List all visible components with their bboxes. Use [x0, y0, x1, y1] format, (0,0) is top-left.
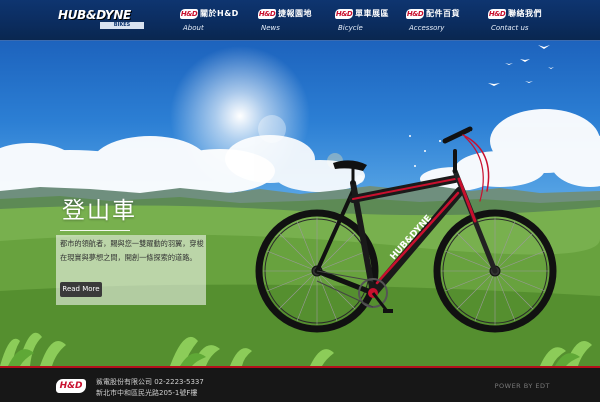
footer-address: 新北市中和區民光路205-1號F樓: [96, 389, 198, 397]
nav-label-en: News: [261, 24, 280, 32]
nav-item-news[interactable]: H&D 捷報園地 News: [258, 7, 312, 37]
nav-label-zh: 捷報園地: [278, 9, 312, 18]
footer-company-info: 鯊電股份有限公司 02-2223-5337: [96, 378, 204, 386]
nav-label-zh: 單車展區: [355, 9, 389, 18]
nav-label-en: Accessory: [409, 24, 445, 32]
hd-logo-icon: H&D: [335, 8, 353, 19]
brand-logo[interactable]: HUB&DYNE BIKES: [58, 9, 150, 33]
logo-text: HUB&DYNE: [58, 8, 131, 22]
nav-label-en: About: [183, 24, 204, 32]
nav-label-en: Bicycle: [338, 24, 363, 32]
powered-by-link[interactable]: POWER BY EDT: [495, 382, 550, 390]
hd-logo-icon: H&D: [180, 8, 198, 19]
site-footer: H&D 鯊電股份有限公司 02-2223-5337 新北市中和區民光路205-1…: [0, 366, 600, 402]
nav-label-en: Contact us: [491, 24, 529, 32]
hero-banner: 登山車 都市的領航者，賜與您一雙躍動的羽翼，穿梭在現實與夢想之間，開創一條探索的…: [0, 41, 600, 366]
hd-logo-icon: H&D: [406, 8, 424, 19]
foreground-grass: [0, 332, 592, 366]
site-header: HUB&DYNE BIKES H&D 關於H&D About H&D 捷報園地 …: [0, 0, 600, 41]
nav-item-bicycle[interactable]: H&D 單車展區 Bicycle: [335, 7, 389, 37]
nav-item-contact[interactable]: H&D 聯絡我們 Contact us: [488, 7, 542, 37]
hd-logo-icon: H&D: [488, 8, 506, 19]
nav-label-zh: 關於H&D: [200, 9, 239, 18]
logo-subtext: BIKES: [100, 22, 144, 29]
nav-label-zh: 配件百貨: [426, 9, 460, 18]
nav-item-about[interactable]: H&D 關於H&D About: [180, 7, 239, 37]
footer-hd-logo[interactable]: H&D: [56, 379, 86, 393]
hd-logo-icon: H&D: [258, 8, 276, 19]
nav-label-zh: 聯絡我們: [508, 9, 542, 18]
nav-item-accessory[interactable]: H&D 配件百貨 Accessory: [406, 7, 460, 37]
